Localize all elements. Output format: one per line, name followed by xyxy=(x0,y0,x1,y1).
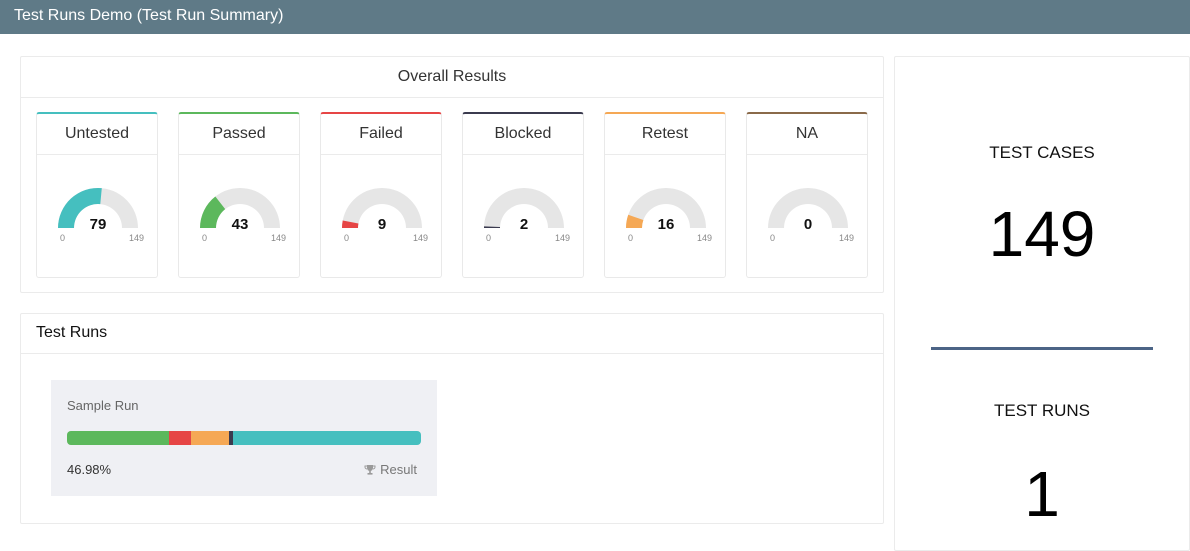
result-link[interactable]: Result xyxy=(364,462,417,477)
gauge-max: 149 xyxy=(270,233,286,243)
trophy-icon xyxy=(364,465,376,475)
test-runs-label: TEST RUNS xyxy=(993,401,1091,420)
test-runs-value: 1 xyxy=(1024,458,1060,530)
gauge-max: 149 xyxy=(412,233,428,243)
status-gauge: 9 0 149 xyxy=(340,186,428,246)
test-runs-header: Test Runs xyxy=(21,314,883,354)
status-card-title: Passed xyxy=(179,114,299,155)
status-gauge: 16 0 149 xyxy=(624,186,712,246)
progress-segment-failed xyxy=(169,431,191,445)
status-gauge: 2 0 149 xyxy=(482,186,570,246)
test-run-percent: 46.98% xyxy=(67,462,112,477)
test-run-progress-bar xyxy=(67,431,421,445)
status-card-passed: Passed 43 0 149 xyxy=(178,112,300,278)
summary-sidebar: TEST CASES 149 TEST RUNS 1 xyxy=(894,56,1190,551)
gauge-max: 149 xyxy=(696,233,712,243)
test-run-name[interactable]: Sample Run xyxy=(67,398,139,413)
status-card-retest: Retest 16 0 149 xyxy=(604,112,726,278)
status-gauge: 43 0 149 xyxy=(198,186,286,246)
test-cases-value: 149 xyxy=(988,198,1096,270)
status-card-title: Untested xyxy=(37,114,157,155)
gauge-value: 16 xyxy=(657,216,675,233)
progress-segment-untested xyxy=(233,431,421,445)
status-card-na: NA 0 0 149 xyxy=(746,112,868,278)
gauge-min: 0 xyxy=(344,233,350,243)
gauge-min: 0 xyxy=(202,233,208,243)
status-gauge: 79 0 149 xyxy=(56,186,144,246)
gauge-min: 0 xyxy=(60,233,66,243)
test-cases-label: TEST CASES xyxy=(989,143,1095,162)
status-card-title: NA xyxy=(747,114,867,155)
gauge-max: 149 xyxy=(128,233,144,243)
status-card-title: Blocked xyxy=(463,114,583,155)
status-card-title: Retest xyxy=(605,114,725,155)
gauge-value: 43 xyxy=(231,216,249,233)
gauge-value: 2 xyxy=(519,216,529,233)
status-card-blocked: Blocked 2 0 149 xyxy=(462,112,584,278)
overall-results-panel: Overall Results Untested 79 0 149 Passed… xyxy=(20,56,884,293)
gauge-min: 0 xyxy=(486,233,492,243)
gauge-value: 0 xyxy=(803,216,813,233)
result-label[interactable]: Result xyxy=(380,462,417,477)
status-card-title: Failed xyxy=(321,114,441,155)
app-title-bar: Test Runs Demo (Test Run Summary) xyxy=(0,0,1190,34)
gauge-value: 79 xyxy=(89,216,107,233)
gauge-min: 0 xyxy=(628,233,634,243)
progress-segment-passed xyxy=(67,431,170,445)
status-gauge: 0 0 149 xyxy=(766,186,854,246)
divider xyxy=(931,347,1153,350)
status-card-failed: Failed 9 0 149 xyxy=(320,112,442,278)
gauge-max: 149 xyxy=(838,233,854,243)
status-card-untested: Untested 79 0 149 xyxy=(36,112,158,278)
test-run-card[interactable]: Sample Run 46.98% Result xyxy=(51,380,437,496)
progress-segment-retest xyxy=(190,431,229,445)
gauge-min: 0 xyxy=(770,233,776,243)
gauge-max: 149 xyxy=(554,233,570,243)
test-runs-panel: Test Runs Sample Run 46.98% Result xyxy=(20,313,884,524)
app-title: Test Runs Demo (Test Run Summary) xyxy=(14,7,284,24)
gauge-value: 9 xyxy=(377,216,387,233)
overall-results-header: Overall Results xyxy=(21,57,883,98)
